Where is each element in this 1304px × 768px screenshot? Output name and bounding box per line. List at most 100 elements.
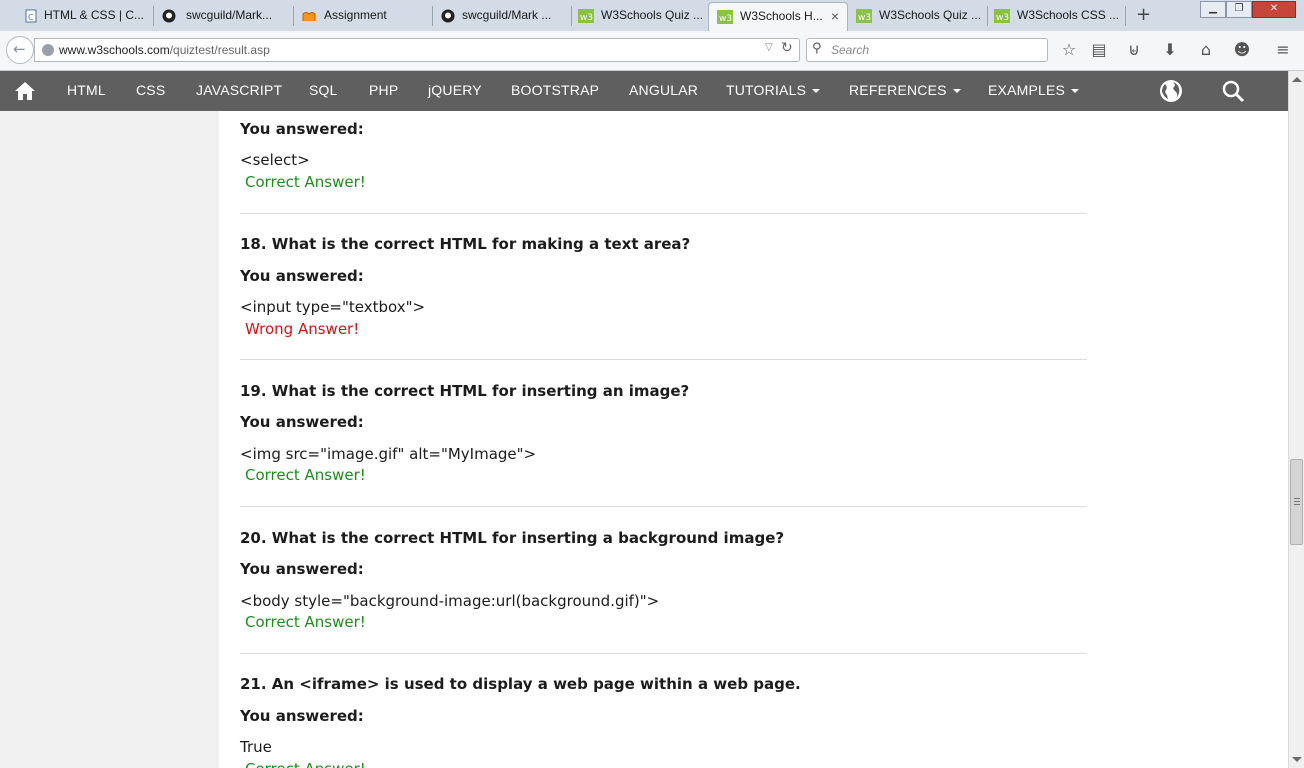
doc-icon: C (25, 9, 37, 23)
result-correct: Correct Answer! (245, 760, 366, 768)
svg-text:C: C (28, 13, 34, 22)
svg-text:w3: w3 (858, 13, 871, 23)
globe-icon[interactable] (1159, 79, 1183, 103)
browser-tab[interactable]: swcguild/Mark... (154, 2, 292, 31)
moodle-icon (302, 12, 316, 21)
scroll-up-icon[interactable] (1292, 77, 1302, 82)
menu-icon[interactable]: ≡ (1273, 40, 1293, 60)
tab-separator (1125, 6, 1126, 26)
browser-tab[interactable]: w3 W3Schools Quiz ... (849, 2, 987, 31)
question-title: 19. What is the correct HTML for inserti… (240, 382, 690, 400)
nav-item-angular[interactable]: ANGULAR (629, 82, 698, 98)
site-identity-icon[interactable] (42, 44, 54, 56)
tab-label: swcguild/Mark... (186, 8, 273, 22)
scroll-down-icon[interactable] (1292, 757, 1302, 762)
tab-label: W3Schools Quiz ... (879, 8, 982, 22)
w3-icon: w3 (578, 9, 594, 23)
close-tab-icon[interactable]: × (831, 3, 839, 30)
browser-tab-strip: C HTML & CSS | C... swcguild/Mark... Ass… (0, 0, 1304, 31)
download-icon[interactable]: ⬇ (1160, 40, 1180, 60)
result-wrong: Wrong Answer! (245, 320, 360, 338)
search-icon[interactable] (1221, 79, 1245, 103)
nav-item-examples[interactable]: EXAMPLES (988, 82, 1080, 98)
search-bar[interactable]: ⚲ Search (806, 38, 1048, 62)
url-domain: www.w3schools.com (59, 43, 170, 57)
tab-label: W3Schools Quiz ... (601, 8, 704, 22)
scrollbar-thumb[interactable] (1290, 459, 1303, 545)
divider (240, 506, 1087, 507)
result-correct: Correct Answer! (245, 613, 366, 631)
new-tab-button[interactable]: + (1136, 4, 1151, 25)
w3-icon: w3 (856, 9, 872, 23)
site-topnav: HTML CSS JAVASCRIPT SQL PHP jQUERY BOOTS… (0, 71, 1288, 111)
pocket-icon[interactable]: ⊌ (1124, 40, 1144, 60)
user-answer: True (240, 738, 272, 756)
github-icon (162, 9, 176, 23)
tab-label: HTML & CSS | C... (44, 8, 145, 22)
tab-label: Assignment (324, 8, 387, 22)
nav-item-tutorials[interactable]: TUTORIALS (726, 82, 821, 98)
result-correct: Correct Answer! (245, 466, 366, 484)
browser-navbar: www.w3schools.com/quiztest/result.asp ▽ … (0, 31, 1304, 71)
reload-icon[interactable]: ↻ (781, 40, 793, 56)
url-text: www.w3schools.com/quiztest/result.asp (59, 43, 270, 57)
divider (240, 213, 1087, 214)
home-icon[interactable] (14, 81, 36, 101)
you-answered-label: You answered: (240, 120, 364, 138)
window-controls: ▁ ❐ ✕ (1200, 1, 1296, 19)
reading-list-icon[interactable]: ▤ (1089, 40, 1109, 60)
w3-icon: w3 (994, 9, 1010, 23)
url-history-dropdown-icon[interactable]: ▽ (765, 42, 773, 53)
browser-tab[interactable]: w3 W3Schools Quiz ... (572, 2, 708, 31)
divider (240, 653, 1087, 654)
nav-item-references[interactable]: REFERENCES (849, 82, 961, 98)
user-answer: <select> (240, 151, 310, 169)
home-icon[interactable]: ⌂ (1196, 40, 1216, 60)
page-scrollbar[interactable] (1288, 71, 1304, 768)
divider (240, 359, 1087, 360)
user-answer: <img src="image.gif" alt="MyImage"> (240, 445, 537, 463)
chevron-down-icon (952, 89, 961, 94)
question-title: 18. What is the correct HTML for making … (240, 235, 691, 253)
nav-item-sql[interactable]: SQL (309, 82, 338, 98)
tab-label: swcguild/Mark ... (462, 8, 552, 22)
you-answered-label: You answered: (240, 707, 364, 725)
search-placeholder: Search (831, 43, 870, 57)
browser-tab[interactable]: C HTML & CSS | C... (0, 2, 152, 31)
chevron-down-icon (812, 89, 821, 94)
you-answered-label: You answered: (240, 267, 364, 285)
browser-tab[interactable]: w3 W3Schools CSS ... (988, 2, 1124, 31)
nav-item-php[interactable]: PHP (369, 82, 398, 98)
close-window-icon[interactable]: ✕ (1252, 1, 1296, 18)
svg-text:w3: w3 (580, 13, 593, 23)
quiz-results-content: You answered: <select> Correct Answer! 1… (219, 111, 1288, 768)
nav-item-javascript[interactable]: JAVASCRIPT (196, 82, 282, 98)
you-answered-label: You answered: (240, 560, 364, 578)
nav-item-html[interactable]: HTML (67, 82, 106, 98)
chevron-down-icon (1071, 89, 1080, 94)
back-button[interactable] (6, 36, 34, 64)
browser-tab-active[interactable]: w3 W3Schools H... × (708, 2, 848, 31)
tab-label: W3Schools CSS ... (1017, 8, 1120, 22)
user-answer: <body style="background-image:url(backgr… (240, 592, 660, 610)
result-correct: Correct Answer! (245, 173, 366, 191)
bookmark-star-icon[interactable]: ☆ (1059, 40, 1079, 60)
nav-item-css[interactable]: CSS (136, 82, 165, 98)
url-bar[interactable]: www.w3schools.com/quiztest/result.asp ▽ … (34, 38, 800, 62)
minimize-icon[interactable]: ▁ (1200, 1, 1226, 18)
chat-icon[interactable]: ☻ (1232, 40, 1252, 60)
question-title: 21. An <iframe> is used to display a web… (240, 675, 801, 693)
question-title: 20. What is the correct HTML for inserti… (240, 529, 785, 547)
svg-text:w3: w3 (719, 14, 732, 24)
browser-tab[interactable]: Assignment (294, 2, 432, 31)
scrollbar-grip (1294, 501, 1300, 502)
url-path: /quiztest/result.asp (169, 43, 270, 57)
search-icon: ⚲ (812, 41, 822, 56)
browser-tab[interactable]: swcguild/Mark ... (433, 2, 571, 31)
nav-item-jquery[interactable]: jQUERY (428, 82, 482, 98)
restore-icon[interactable]: ❐ (1226, 1, 1252, 18)
nav-item-bootstrap[interactable]: BOOTSTRAP (511, 82, 599, 98)
you-answered-label: You answered: (240, 413, 364, 431)
scrollbar-grip (1294, 504, 1300, 505)
w3-icon: w3 (717, 10, 733, 24)
